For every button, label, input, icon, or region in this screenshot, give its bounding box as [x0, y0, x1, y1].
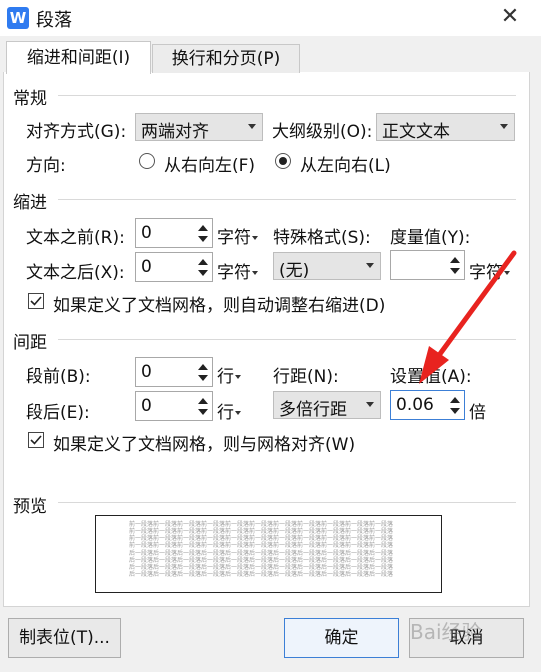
spacing-after-value: 0: [141, 396, 152, 416]
wps-app-icon: W: [7, 7, 29, 29]
indent-before-unit[interactable]: 字符: [217, 223, 258, 248]
dialog-title: 段落: [36, 10, 72, 31]
outline-level-select[interactable]: 正文文本: [376, 113, 515, 142]
section-spacing-heading: 间距: [13, 333, 47, 353]
checkmark-icon: [30, 296, 42, 306]
line-spacing-value: 多倍行距: [279, 400, 347, 420]
ltr-radio[interactable]: [275, 153, 291, 169]
setting-value-unit: 倍: [469, 403, 486, 423]
chevron-down-icon: [235, 375, 241, 379]
section-general-heading: 常规: [13, 89, 47, 109]
spin-up-icon[interactable]: [450, 397, 460, 403]
spacing-before-value: 0: [141, 362, 152, 382]
spacing-before-unit[interactable]: 行: [217, 362, 241, 387]
annotation-arrow-icon: [419, 250, 517, 384]
tab-line-page-breaks[interactable]: 换行和分页(P): [152, 44, 300, 73]
setting-value-spinner[interactable]: 0.06: [390, 390, 465, 420]
alignment-select[interactable]: 两端对齐: [135, 113, 263, 142]
alignment-label: 对齐方式(G):: [26, 122, 127, 142]
spacing-grid-label: 如果定义了文档网格，则与网格对齐(W): [53, 435, 356, 455]
spacing-grid-checkbox[interactable]: [28, 432, 44, 448]
ok-button[interactable]: 确定: [284, 618, 399, 658]
indent-before-value: 0: [141, 223, 152, 243]
spin-up-icon[interactable]: [198, 398, 208, 404]
special-format-value: (无): [279, 261, 310, 281]
indent-after-label: 文本之后(X):: [26, 263, 125, 283]
indent-before-spinner[interactable]: 0: [135, 218, 213, 248]
spin-down-icon[interactable]: [198, 236, 208, 242]
spin-buttons[interactable]: [194, 358, 212, 386]
direction-label: 方向:: [26, 156, 66, 176]
divider: [58, 95, 516, 96]
indent-after-unit[interactable]: 字符: [217, 258, 258, 283]
outline-level-value: 正文文本: [382, 122, 450, 142]
divider: [58, 502, 516, 503]
unit-label: 行: [217, 367, 234, 387]
chevron-down-icon: [500, 124, 508, 129]
unit-label: 字符: [217, 228, 251, 248]
ltr-label: 从左向右(L): [300, 156, 391, 176]
spin-up-icon[interactable]: [198, 259, 208, 265]
line-spacing-label: 行距(N):: [273, 367, 339, 387]
spacing-before-label: 段前(B):: [26, 367, 91, 387]
indent-grid-label: 如果定义了文档网格，则自动调整右缩进(D): [53, 296, 386, 316]
chevron-down-icon: [252, 271, 258, 275]
spin-buttons[interactable]: [194, 392, 212, 420]
spacing-after-label: 段后(E):: [26, 403, 90, 423]
section-indent-heading: 缩进: [13, 193, 47, 213]
preview-box: 前一段落前一段落前一段落前一段落前一段落前一段落前一段落前一段落前一段落前一段落…: [95, 515, 442, 593]
spin-up-icon[interactable]: [198, 364, 208, 370]
chevron-down-icon: [252, 236, 258, 240]
spin-buttons[interactable]: [194, 253, 212, 281]
rtl-radio[interactable]: [139, 153, 155, 169]
title-bar: [0, 0, 541, 36]
preview-line-before: 前一段落前一段落前一段落前一段落前一段落前一段落前一段落前一段落前一段落前一段落…: [129, 542, 394, 549]
spin-down-icon[interactable]: [198, 409, 208, 415]
spin-buttons[interactable]: [194, 219, 212, 247]
tab-stops-button[interactable]: 制表位(T)...: [8, 618, 121, 658]
spin-down-icon[interactable]: [450, 408, 460, 414]
outline-level-label: 大纲级别(O):: [272, 122, 373, 142]
alignment-value: 两端对齐: [141, 122, 209, 142]
unit-label: 字符: [217, 263, 251, 283]
unit-label: 行: [217, 403, 234, 423]
checkmark-icon: [30, 435, 42, 445]
spin-buttons[interactable]: [446, 391, 464, 419]
tab-indent-spacing[interactable]: 缩进和间距(I): [6, 41, 151, 74]
measure-label: 度量值(Y):: [390, 228, 471, 248]
preview-line-after: 后一段落后一段落后一段落后一段落后一段落后一段落后一段落后一段落后一段落后一段落…: [129, 571, 394, 578]
indent-after-spinner[interactable]: 0: [135, 252, 213, 282]
special-format-label: 特殊格式(S):: [273, 228, 371, 248]
chevron-down-icon: [235, 411, 241, 415]
indent-before-label: 文本之前(R):: [26, 228, 125, 248]
spacing-before-spinner[interactable]: 0: [135, 357, 213, 387]
rtl-label: 从右向左(F): [164, 156, 256, 176]
spin-down-icon[interactable]: [198, 375, 208, 381]
spin-down-icon[interactable]: [198, 270, 208, 276]
watermark: Bai经验: [410, 612, 532, 664]
chevron-down-icon: [366, 402, 374, 407]
close-icon[interactable]: ✕: [495, 3, 525, 31]
special-format-select[interactable]: (无): [273, 252, 381, 281]
indent-grid-checkbox[interactable]: [28, 293, 44, 309]
indent-after-value: 0: [141, 257, 152, 277]
chevron-down-icon: [248, 124, 256, 129]
section-preview-heading: 预览: [13, 497, 47, 517]
watermark-text: Bai经验: [410, 620, 482, 644]
setting-value: 0.06: [396, 395, 434, 415]
divider: [58, 199, 516, 200]
line-spacing-select[interactable]: 多倍行距: [273, 391, 381, 420]
spin-up-icon[interactable]: [198, 225, 208, 231]
spacing-after-spinner[interactable]: 0: [135, 391, 213, 421]
spacing-after-unit[interactable]: 行: [217, 398, 241, 423]
chevron-down-icon: [366, 263, 374, 268]
